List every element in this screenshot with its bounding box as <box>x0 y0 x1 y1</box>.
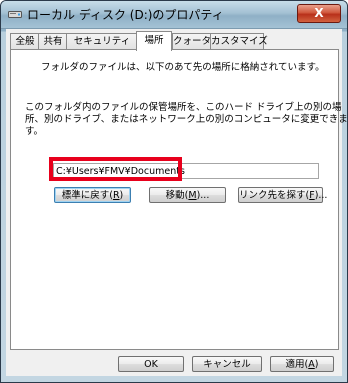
annotation-highlight-box <box>49 157 182 181</box>
location-description-line2: 所、別のドライブ、またはネットワーク上の別のコンピュータに変更できま <box>25 114 348 125</box>
cancel-button[interactable]: キャンセル <box>192 356 262 372</box>
drive-icon <box>8 11 22 18</box>
tab-customize[interactable]: カスタマイズ <box>210 33 268 49</box>
tab-location[interactable]: 場所 <box>136 31 172 51</box>
find-target-button[interactable]: リンク先を探す(F)... <box>238 187 327 203</box>
title-bar[interactable]: ローカル ディスク (D:)のプロパティ X <box>1 1 347 29</box>
location-intro-text: フォルダのファイルは、以下のあて先の場所に格納されています。 <box>41 62 325 73</box>
close-button[interactable]: X <box>297 4 341 23</box>
location-description-line1: このフォルダ内のファイルの保管場所を、このハード ドライブ上の別の場 <box>25 102 342 113</box>
tab-quota[interactable]: クォータ <box>172 33 212 49</box>
tab-security[interactable]: セキュリティ <box>66 33 138 49</box>
tab-sharing[interactable]: 共有 <box>38 33 68 49</box>
dialog-client-area: 全般 共有 セキュリティ 場所 クォータ カスタマイズ フォルダのファイルは、以… <box>6 29 347 376</box>
move-button[interactable]: 移動(M)... <box>149 187 226 203</box>
close-icon: X <box>314 6 324 20</box>
properties-window: ローカル ディスク (D:)のプロパティ X 全般 共有 セキュリティ 場所 ク… <box>0 0 348 383</box>
window-title: ローカル ディスク (D:)のプロパティ <box>27 8 224 22</box>
ok-button[interactable]: OK <box>118 356 184 372</box>
restore-default-button[interactable]: 標準に戻す(R) <box>54 187 131 203</box>
location-description-line3: す。 <box>25 126 44 137</box>
apply-button[interactable]: 適用(A) <box>270 356 334 372</box>
tab-general[interactable]: 全般 <box>10 33 40 49</box>
location-tab-panel: フォルダのファイルは、以下のあて先の場所に格納されています。 このフォルダ内のフ… <box>10 49 347 350</box>
